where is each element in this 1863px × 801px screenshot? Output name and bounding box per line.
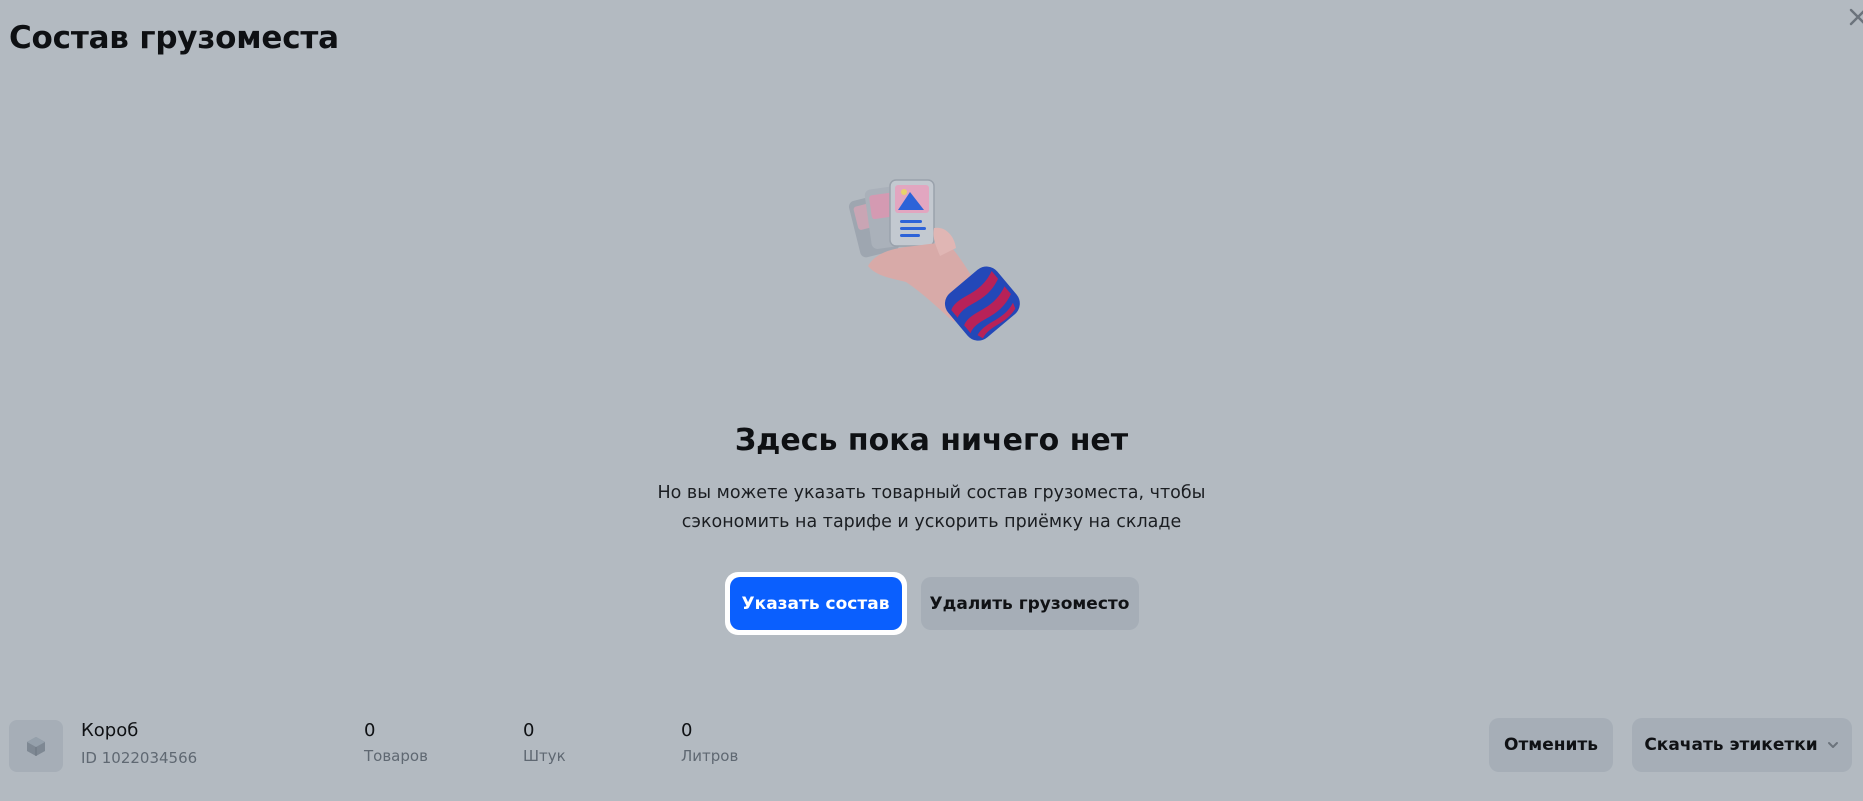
delete-cargo-place-button[interactable]: Удалить грузоместо	[920, 577, 1139, 630]
box-id: ID 1022034566	[81, 749, 198, 767]
download-labels-label: Скачать этикетки	[1644, 735, 1818, 755]
empty-state-actions: Указать состав Удалить грузоместо	[0, 572, 1863, 635]
stat-value: 0	[364, 720, 376, 741]
stat-label: Товаров	[364, 747, 428, 765]
close-icon[interactable]	[1847, 6, 1863, 28]
stat-liters: 0 Литров	[681, 720, 738, 765]
download-labels-button[interactable]: Скачать этикетки	[1632, 718, 1852, 772]
empty-state-description: Но вы можете указать товарный состав гру…	[657, 483, 1206, 532]
stat-value: 0	[523, 720, 535, 741]
empty-state: Здесь пока ничего нет Но вы можете указа…	[0, 170, 1863, 635]
stat-label: Литров	[681, 747, 739, 765]
hand-holding-cards-icon	[848, 179, 1020, 341]
box-name: Короб	[81, 720, 139, 741]
specify-composition-button[interactable]: Указать состав	[729, 577, 902, 630]
stat-products: 0 Товаров	[364, 720, 428, 765]
chevron-down-icon	[1826, 738, 1840, 752]
stat-pieces: 0 Штук	[523, 720, 566, 765]
page-title: Состав грузоместа	[9, 20, 339, 56]
stat-value: 0	[681, 720, 693, 741]
box-icon	[9, 720, 63, 772]
empty-state-title: Здесь пока ничего нет	[734, 423, 1129, 458]
cancel-button[interactable]: Отменить	[1489, 718, 1613, 772]
footer-bar: Короб ID 1022034566 0 Товаров 0 Штук 0 Л…	[0, 718, 1863, 772]
stat-label: Штук	[523, 747, 566, 765]
cancel-button-label: Отменить	[1504, 735, 1598, 755]
focus-ring: Указать состав	[724, 572, 907, 635]
